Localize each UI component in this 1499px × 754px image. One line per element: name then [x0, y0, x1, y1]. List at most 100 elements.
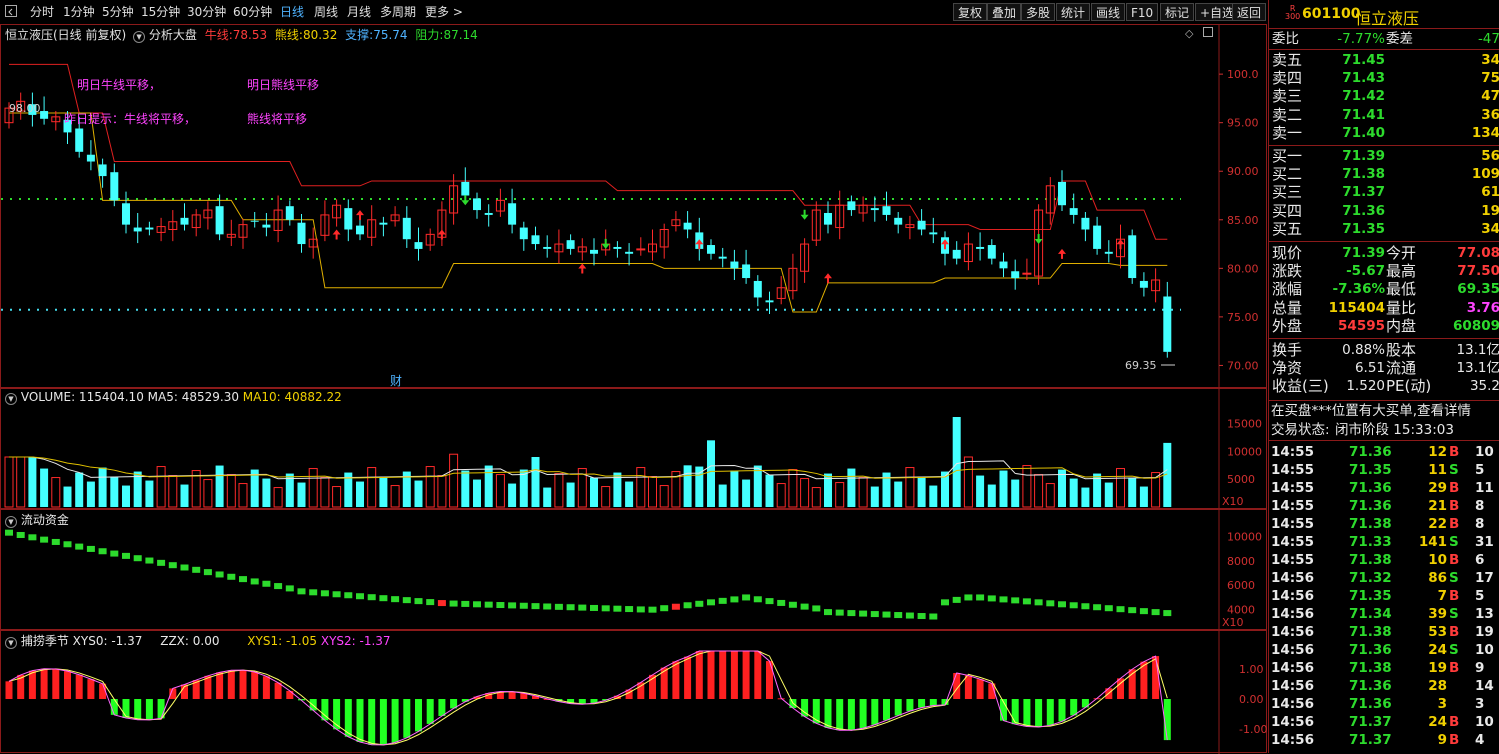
bull-line [9, 112, 1168, 313]
season-panel[interactable]: ▼ 捕捞季节 XYS0: -1.37 ZZX: 0.00 XYS1: -1.05… [0, 630, 1267, 754]
season-bar [227, 670, 235, 699]
flow-dot [718, 597, 727, 604]
flow-dot [98, 548, 107, 555]
tick-row[interactable]: 14:56 71.37 24 B 10 [1269, 713, 1499, 731]
stat-value: 54595 [1338, 317, 1385, 334]
tick-direction: B [1449, 660, 1460, 676]
candle-body [765, 300, 774, 303]
period-fenshi[interactable]: 分时 [30, 4, 54, 20]
price-chart-panel[interactable]: 恒立液压(日线 前复权) ▼ 分析大盘 牛线:78.53 熊线:80.32 支撑… [0, 24, 1267, 389]
tongji-button[interactable]: 统计 [1056, 3, 1091, 21]
buy-level-2[interactable]: 买二 71.38 109 [1269, 165, 1499, 183]
weicha-value: -47 [1477, 31, 1499, 47]
candle-body [297, 222, 306, 245]
tick-row[interactable]: 14:56 71.36 3 3 [1269, 695, 1499, 713]
season-bar [1070, 699, 1078, 716]
period-weekly[interactable]: 周线 [314, 4, 338, 20]
green-down-arrow [461, 195, 470, 206]
green-down-arrow [1034, 234, 1043, 245]
period-30min[interactable]: 30分钟 [187, 4, 226, 20]
period-multi[interactable]: 多周期 [380, 4, 416, 20]
divider [1269, 49, 1499, 50]
y-tick-label: 80.00 [1227, 262, 1259, 275]
stat-label: 涨幅 [1272, 280, 1303, 299]
candle-body [414, 242, 423, 249]
season-bar [356, 699, 364, 743]
biaoji-button[interactable]: 标记 [1160, 3, 1195, 21]
candle-body [1093, 225, 1102, 249]
tick-row[interactable]: 14:56 71.35 7 B 5 [1269, 587, 1499, 605]
season-bar [883, 699, 890, 721]
buy-level-5[interactable]: 买五 71.35 34 [1269, 220, 1499, 238]
sell-level-1[interactable]: 卖一 71.40 134 [1269, 124, 1499, 142]
period-60min[interactable]: 60分钟 [233, 4, 272, 20]
period-daily[interactable]: 日线 [280, 4, 304, 20]
tick-row[interactable]: 14:56 71.38 53 B 19 [1269, 623, 1499, 641]
sell-level-2[interactable]: 卖二 71.41 36 [1269, 106, 1499, 124]
volume-bar [590, 477, 598, 507]
diejia-button[interactable]: 叠加 [987, 3, 1022, 21]
period-1min[interactable]: 1分钟 [63, 4, 95, 20]
tick-row[interactable]: 14:55 71.36 12 B 10 [1269, 443, 1499, 461]
period-monthly[interactable]: 月线 [347, 4, 371, 20]
season-bar [719, 651, 727, 699]
sell-level-5[interactable]: 卖五 71.45 34 [1269, 51, 1499, 69]
period-5min[interactable]: 5分钟 [102, 4, 134, 20]
tick-row[interactable]: 14:56 71.34 39 S 13 [1269, 605, 1499, 623]
tick-row[interactable]: 14:55 71.33 141 S 31 [1269, 533, 1499, 551]
big-order-notice[interactable]: 在买盘***位置有大买单,查看详情 [1271, 402, 1471, 420]
candle-body [543, 246, 552, 249]
flow-dot [1011, 597, 1020, 604]
tick-volume: 24 [1428, 714, 1447, 730]
sell-level-4[interactable]: 卖四 71.43 75 [1269, 69, 1499, 87]
tick-price: 71.38 [1349, 624, 1392, 640]
tick-row[interactable]: 14:56 71.32 86 S 17 [1269, 569, 1499, 587]
y-tick-label: 1.00 [1239, 663, 1264, 676]
season-bar [508, 691, 516, 699]
flow-dot [484, 601, 493, 608]
tick-row[interactable]: 14:55 71.35 11 S 5 [1269, 461, 1499, 479]
candle-body [1139, 280, 1148, 288]
weibi-value: -7.77% [1337, 31, 1385, 47]
volume-bar [226, 474, 236, 508]
tick-time: 14:56 [1271, 678, 1314, 694]
period-15min[interactable]: 15分钟 [141, 4, 180, 20]
tick-row[interactable]: 14:56 71.38 19 B 9 [1269, 659, 1499, 677]
divider [1269, 338, 1499, 339]
volume-bar [332, 486, 342, 508]
tick-row[interactable]: 14:55 71.38 10 B 6 [1269, 551, 1499, 569]
tick-volume: 22 [1428, 516, 1447, 532]
volume-panel[interactable]: ▼ VOLUME: 115404.10 MA5: 48529.30 MA10: … [0, 388, 1267, 510]
buy-level-4[interactable]: 买四 71.36 19 [1269, 202, 1499, 220]
period-more[interactable]: 更多 > [425, 4, 463, 20]
tick-row[interactable]: 14:56 71.36 28 14 [1269, 677, 1499, 695]
tick-row[interactable]: 14:56 71.37 9 B 4 [1269, 731, 1499, 749]
candle-body [133, 227, 142, 232]
notice-row[interactable]: 在买盘***位置有大买单,查看详情 [1269, 402, 1499, 420]
volume-bar [1069, 478, 1078, 507]
buy-level-3[interactable]: 买三 71.37 61 [1269, 183, 1499, 201]
sell-level-3[interactable]: 卖三 71.42 47 [1269, 87, 1499, 105]
huaxian-button[interactable]: 画线 [1091, 3, 1126, 21]
tick-direction: S [1449, 462, 1459, 478]
flow-dot [800, 603, 809, 610]
flow-dot [648, 606, 657, 613]
flow-dot [730, 596, 739, 603]
flow-dot [297, 588, 306, 595]
divider [1269, 241, 1499, 242]
tick-row[interactable]: 14:55 71.36 29 B 11 [1269, 479, 1499, 497]
duogu-button[interactable]: 多股 [1021, 3, 1056, 21]
window-icon[interactable] [5, 5, 17, 17]
flow-panel[interactable]: ▼ 流动资金 10000 8000 6000 4000 X10 [0, 509, 1267, 631]
f10-button[interactable]: F10 [1126, 3, 1159, 21]
back-button[interactable]: 返回 [1232, 3, 1267, 21]
tick-row[interactable]: 14:56 71.36 24 S 10 [1269, 641, 1499, 659]
buy-level-1[interactable]: 买一 71.39 56 [1269, 147, 1499, 165]
tick-direction: B [1449, 624, 1460, 640]
tick-row[interactable]: 14:55 71.38 22 B 8 [1269, 515, 1499, 533]
volume-bar [625, 481, 634, 507]
tick-row[interactable]: 14:55 71.36 21 B 8 [1269, 497, 1499, 515]
flow-dot [999, 596, 1008, 603]
fuquan-button[interactable]: 复权 [953, 3, 988, 21]
y-tick-label: 8000 [1227, 555, 1255, 568]
